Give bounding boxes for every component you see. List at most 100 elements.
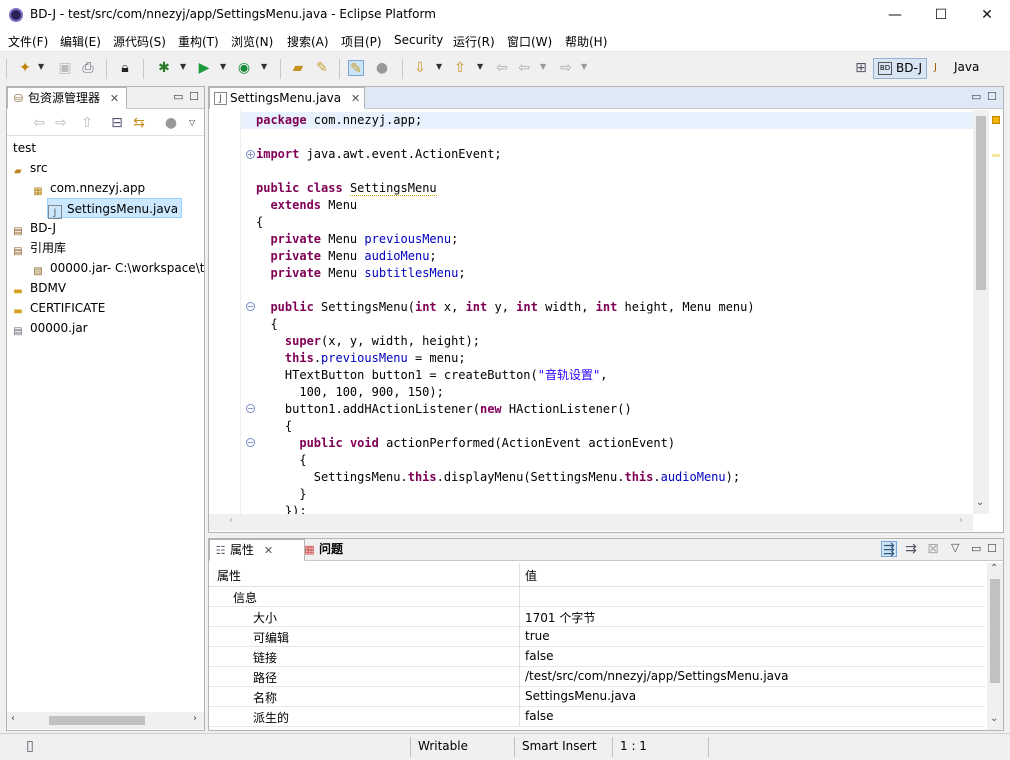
restore-default-icon[interactable]: ⊠ [925,541,941,557]
chevron-down-icon[interactable]: ▼ [540,62,546,71]
menu-security[interactable]: Security [394,33,443,47]
collapse-icon[interactable]: − [246,404,255,413]
column-header[interactable]: 值 [525,567,537,584]
open-perspective-icon[interactable]: ⊞ [853,60,869,76]
save-icon[interactable]: ▣ [57,60,73,76]
menu-window[interactable]: 窗口(W) [507,33,552,50]
column-header[interactable]: 属性 [217,567,241,584]
open-folder-icon[interactable]: ▰ [290,60,306,76]
view-menu-icon[interactable]: ▽ [189,118,195,127]
maximize-button[interactable]: ☐ [918,0,964,30]
minimize-view-icon[interactable]: ▭ [173,90,183,103]
up-icon[interactable]: ⇧ [79,115,95,131]
maximize-view-icon[interactable]: ☐ [189,90,199,103]
previous-annotation-icon[interactable]: ⇧ [452,60,468,76]
minimize-button[interactable]: — [872,0,918,30]
link-with-editor-icon[interactable]: ⇆ [131,115,147,131]
close-icon[interactable]: ✕ [110,92,119,105]
close-icon[interactable]: ✕ [351,92,360,105]
collapse-icon[interactable]: − [246,302,255,311]
perspective-java[interactable]: J Java [932,58,983,79]
filter-icon[interactable]: ● [163,115,179,131]
table-row[interactable]: 可编辑 true [209,627,985,647]
toggle-icon[interactable]: ● [374,60,390,76]
editor-vertical-scrollbar[interactable]: ⌄ [973,110,989,514]
scrollbar-thumb[interactable] [49,716,145,725]
collapse-icon[interactable]: − [246,438,255,447]
run-external-icon[interactable]: ◉ [236,60,252,76]
show-categories-icon[interactable]: ⇶ [881,541,897,558]
tree-item[interactable]: ▰ src [11,158,47,178]
table-row[interactable]: 大小 1701 个字节 [209,607,985,627]
back-icon[interactable]: ⇦ [516,60,532,76]
scroll-right-icon[interactable]: › [959,515,963,526]
debug-icon[interactable]: ✱ [156,60,172,76]
last-edit-icon[interactable]: ⇦ [494,60,510,76]
lock-icon[interactable]: 🔒︎ [117,60,133,76]
tree-item[interactable]: ▦ com.nnezyj.app [31,178,145,198]
minimize-view-icon[interactable]: ▭ [971,90,981,103]
chevron-down-icon[interactable]: ▼ [436,62,442,71]
forward-icon[interactable]: ⇨ [558,60,574,76]
scroll-left-icon[interactable]: ‹ [229,515,233,526]
menu-search[interactable]: 搜索(A) [287,33,329,50]
menu-refactor[interactable]: 重构(T) [178,33,219,50]
table-row[interactable]: 链接 false [209,647,985,667]
chevron-down-icon[interactable]: ▼ [261,62,267,71]
run-icon[interactable]: ▶ [196,60,212,76]
tree-item[interactable]: ▬ BDMV [11,278,66,298]
tree-item[interactable]: ▤ 引用库 [11,238,66,258]
minimize-view-icon[interactable]: ▭ [971,542,981,555]
table-group-row[interactable]: 信息 [209,587,985,607]
tree-item[interactable]: ▤ BD-J [11,218,56,238]
chevron-down-icon[interactable]: ▼ [180,62,186,71]
show-advanced-icon[interactable]: ⇉ [903,541,919,557]
forward-icon[interactable]: ⇨ [53,115,69,131]
collapse-all-icon[interactable]: ⊟ [109,115,125,131]
menu-project[interactable]: 项目(P) [341,33,382,50]
mark-occurrences-icon[interactable]: ✎ [348,60,364,77]
chevron-down-icon[interactable]: ▼ [477,62,483,71]
table-row[interactable]: 名称 SettingsMenu.java [209,687,985,707]
quick-access-icon[interactable]: ✎ [314,60,330,76]
perspective-bdj[interactable]: BD BD-J [873,58,928,79]
menu-source[interactable]: 源代码(S) [113,33,166,50]
horizontal-scrollbar[interactable]: ‹ › [7,712,204,729]
scroll-down-icon[interactable]: ⌄ [990,713,998,724]
expand-icon[interactable]: + [246,150,255,159]
menu-file[interactable]: 文件(F) [8,33,48,50]
editor-horizontal-scrollbar[interactable]: ‹ › [209,514,973,531]
tree-item[interactable]: test [13,138,36,158]
scrollbar-thumb[interactable] [990,579,1000,683]
table-row[interactable]: 派生的 false [209,707,985,727]
menu-navigate[interactable]: 浏览(N) [231,33,273,50]
tree-item[interactable]: ▬ CERTIFICATE [11,298,105,318]
menu-edit[interactable]: 编辑(E) [60,33,101,50]
back-icon[interactable]: ⇦ [31,115,47,131]
scroll-up-icon[interactable]: ⌃ [990,563,998,574]
menu-run[interactable]: 运行(R) [453,33,495,50]
table-row[interactable]: 路径 /test/src/com/nnezyj/app/SettingsMenu… [209,667,985,687]
view-menu-icon[interactable]: ▽ [951,541,959,554]
maximize-view-icon[interactable]: ☐ [987,542,997,555]
scroll-down-icon[interactable]: ⌄ [976,497,984,508]
new-icon[interactable]: ✦ [17,60,33,76]
new-fast-view-icon[interactable]: ▯ [22,738,38,754]
warning-overview-icon[interactable] [992,116,1000,124]
scrollbar-thumb[interactable] [976,116,986,290]
print-icon[interactable]: ⎙ [80,60,96,76]
scroll-right-icon[interactable]: › [193,713,197,724]
tab-problems[interactable]: ▦ 问题 [299,539,351,561]
tab-properties[interactable]: ☷ 属性 ✕ [209,539,305,561]
tree-item-selected[interactable]: J SettingsMenu.java [47,198,183,219]
chevron-down-icon[interactable]: ▼ [220,62,226,71]
tree-item[interactable]: ▤ 00000.jar [11,318,87,338]
menu-help[interactable]: 帮助(H) [565,33,607,50]
tab-settingsmenu-java[interactable]: J SettingsMenu.java ✕ [209,87,365,109]
chevron-down-icon[interactable]: ▼ [581,62,587,71]
chevron-down-icon[interactable]: ▼ [38,62,44,71]
tree-item[interactable]: ▧ 00000.jar- C:\workspace\t [31,258,204,278]
tab-package-explorer[interactable]: ⛁ 包资源管理器 ✕ [7,87,127,109]
scroll-left-icon[interactable]: ‹ [11,713,15,724]
properties-vertical-scrollbar[interactable]: ⌃ ⌄ [987,563,1003,730]
